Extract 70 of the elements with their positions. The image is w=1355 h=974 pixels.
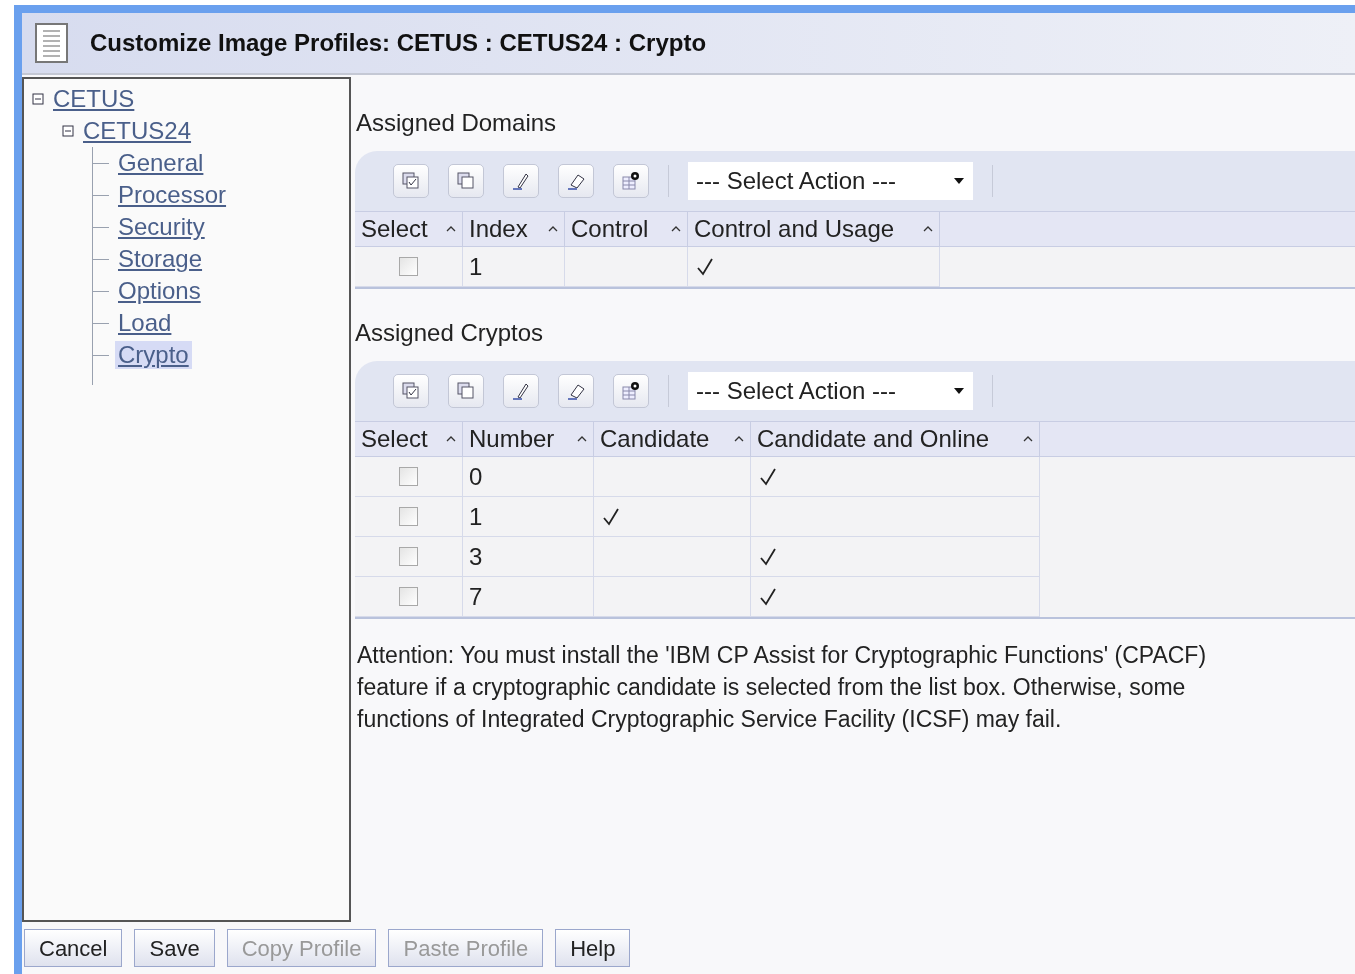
column-header[interactable]: Number (463, 422, 594, 456)
dropdown-arrow-icon (953, 177, 965, 185)
column-header[interactable]: Index (463, 212, 565, 246)
dialog-button[interactable]: Cancel (24, 929, 123, 967)
tree-link[interactable]: Load (115, 309, 175, 337)
table-cell: 3 (463, 537, 594, 577)
row-checkbox[interactable] (399, 587, 418, 606)
dialog-button[interactable]: Save (134, 929, 215, 967)
copy-icon (455, 380, 477, 402)
checkmark-icon (602, 506, 620, 527)
tree-link[interactable]: Options (115, 277, 204, 305)
copy-icon (455, 170, 477, 192)
dropdown-arrow-icon (953, 387, 965, 395)
sort-caret-icon (548, 226, 558, 232)
attention-message: Attention: You must install the 'IBM CP Assist for Cryptographic Functions' (CPACF) feature if a cryptographic candidate is selected from the list box. Otherwise, some functions of Integrated Cryptographic Service Facility (ICSF) may fail. (356, 641, 1208, 734)
copy-check-icon (400, 170, 422, 192)
row-checkbox[interactable] (399, 547, 418, 566)
table-gear-button[interactable] (613, 164, 649, 198)
tree-link[interactable]: Crypto (115, 341, 192, 369)
pen-button[interactable] (503, 374, 539, 408)
document-icon (34, 22, 70, 64)
copy-check-button[interactable] (393, 374, 429, 408)
sort-caret-icon (446, 226, 456, 232)
table-cell: 1 (463, 497, 594, 537)
column-header[interactable]: Select (355, 422, 463, 456)
checkmark-icon (759, 466, 777, 487)
copy-check-icon (400, 380, 422, 402)
sort-caret-icon (671, 226, 681, 232)
row-checkbox[interactable] (399, 467, 418, 486)
table-gear-icon (620, 380, 642, 402)
column-header[interactable]: Candidate (594, 422, 751, 456)
tree-link[interactable]: General (115, 149, 207, 177)
pen-button[interactable] (503, 164, 539, 198)
section-title: Assigned Cryptos (355, 318, 545, 348)
eraser-button[interactable] (558, 164, 594, 198)
copy-button[interactable] (448, 164, 484, 198)
checkmark-icon (759, 586, 777, 607)
tree-link[interactable]: CETUS (50, 85, 138, 113)
tree-link[interactable]: Storage (115, 245, 206, 273)
column-header[interactable]: Candidate and Online (751, 422, 1040, 456)
table-cell: 0 (463, 457, 594, 497)
table-cell: 1 (463, 247, 565, 287)
table-cell: 7 (463, 577, 594, 617)
dialog-button[interactable]: Help (555, 929, 631, 967)
sort-caret-icon (923, 226, 933, 232)
tree-link[interactable]: Processor (115, 181, 230, 209)
section-title: Assigned Domains (356, 108, 558, 138)
tree-link[interactable]: CETUS24 (80, 117, 195, 145)
table-gear-icon (620, 170, 642, 192)
action-dropdown[interactable]: --- Select Action --- (688, 372, 973, 410)
sort-caret-icon (1023, 436, 1033, 442)
checkmark-icon (759, 546, 777, 567)
column-header[interactable]: Select (355, 212, 463, 246)
column-header[interactable]: Control (565, 212, 688, 246)
table-gear-button[interactable] (613, 374, 649, 408)
collapse-icon[interactable] (62, 125, 74, 137)
sort-caret-icon (734, 436, 744, 442)
copy-button[interactable] (448, 374, 484, 408)
checkmark-icon (696, 256, 714, 277)
copy-check-button[interactable] (393, 164, 429, 198)
column-header[interactable]: Control and Usage (688, 212, 940, 246)
tree-link[interactable]: Security (115, 213, 208, 241)
collapse-icon[interactable] (32, 93, 44, 105)
sort-caret-icon (446, 436, 456, 442)
action-dropdown[interactable]: --- Select Action --- (688, 162, 973, 200)
row-checkbox[interactable] (399, 257, 418, 276)
window-title: Customize Image Profiles: CETUS : CETUS24 : Crypto (90, 28, 707, 58)
eraser-button[interactable] (558, 374, 594, 408)
sort-caret-icon (577, 436, 587, 442)
row-checkbox[interactable] (399, 507, 418, 526)
